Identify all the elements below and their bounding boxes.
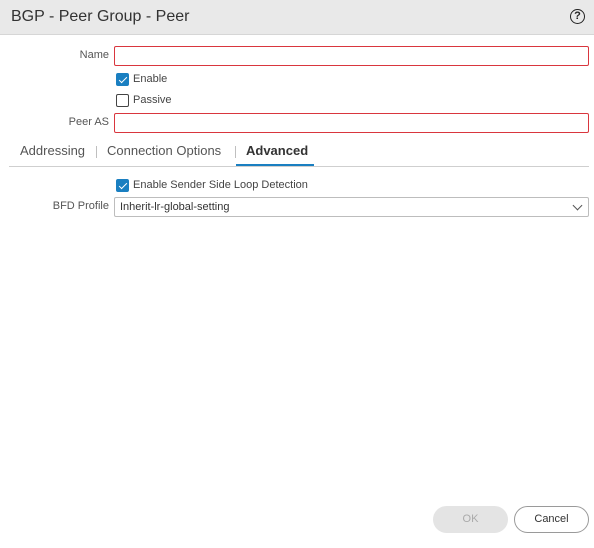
tab-connection-options[interactable]: Connection Options — [107, 143, 221, 158]
peer-as-input[interactable] — [114, 113, 589, 133]
bfd-profile-select[interactable]: Inherit-lr-global-setting — [114, 197, 589, 217]
loop-detection-label: Enable Sender Side Loop Detection — [133, 179, 308, 191]
active-tab-indicator — [236, 164, 314, 166]
bfd-profile-label: BFD Profile — [52, 200, 109, 212]
bfd-profile-value: Inherit-lr-global-setting — [120, 201, 230, 213]
help-icon[interactable]: ? — [570, 9, 585, 24]
name-label: Name — [79, 49, 109, 61]
tab-addressing[interactable]: Addressing — [20, 143, 85, 158]
tab-bar: Addressing Connection Options Advanced — [9, 140, 589, 167]
passive-label: Passive — [133, 94, 172, 106]
enable-checkbox[interactable] — [116, 73, 129, 86]
name-input[interactable] — [114, 46, 589, 66]
dialog-title-bar: BGP - Peer Group - Peer ? — [0, 0, 594, 35]
tab-advanced[interactable]: Advanced — [246, 143, 308, 158]
cancel-button[interactable]: Cancel — [514, 506, 589, 533]
enable-label: Enable — [133, 73, 168, 85]
tab-divider — [235, 146, 236, 158]
dialog-title: BGP - Peer Group - Peer — [11, 8, 190, 25]
passive-checkbox[interactable] — [116, 94, 129, 107]
chevron-down-icon — [572, 200, 583, 211]
ok-button[interactable]: OK — [433, 506, 508, 533]
peer-as-label: Peer AS — [68, 116, 109, 128]
tab-divider — [96, 146, 97, 158]
loop-detection-checkbox[interactable] — [116, 179, 129, 192]
